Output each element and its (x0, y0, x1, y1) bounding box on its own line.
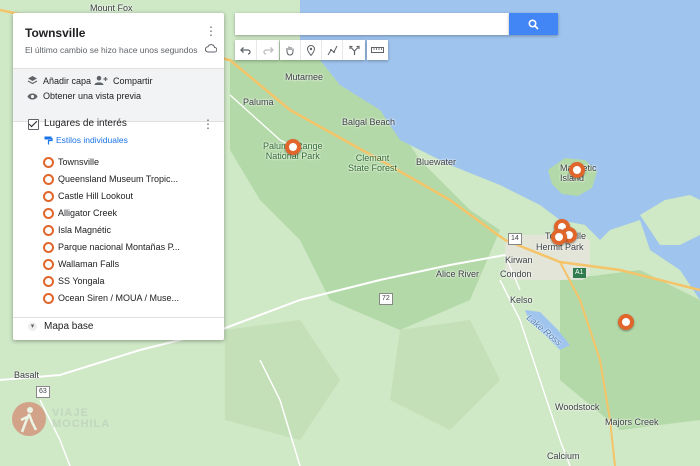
place-marker-icon (43, 258, 54, 270)
place-marker-icon (43, 207, 54, 219)
measure-toolbar (367, 40, 388, 60)
map-label-majors-creek: Majors Creek (605, 417, 659, 427)
add-layer-button[interactable]: Añadir capa (27, 75, 91, 86)
share-label: Compartir (113, 75, 153, 86)
layer-title[interactable]: Lugares de interés (44, 118, 127, 129)
map-label-clemant-state-forest: Clemant State Forest (348, 153, 398, 173)
place-label: Townsville (58, 157, 100, 167)
individual-styles-label: Estilos individuales (56, 135, 128, 145)
map-label-woodstock: Woodstock (555, 402, 600, 412)
route-shield-72: 72 (379, 293, 393, 305)
map-label-paluma: Paluma (243, 97, 274, 107)
layers-icon (27, 76, 38, 85)
panel-divider (13, 317, 224, 318)
place-marker-icon (43, 190, 54, 202)
draw-line-button[interactable] (322, 40, 343, 60)
place-item[interactable]: Alligator Creek (43, 205, 117, 221)
redo-icon (262, 46, 274, 55)
map-options-menu-icon[interactable]: ⋮ (205, 24, 217, 38)
place-marker-icon (43, 156, 54, 168)
backpacker-logo-icon (12, 402, 46, 436)
add-person-icon (94, 75, 108, 85)
watermark-line-2: MOCHILA (52, 418, 111, 430)
place-label: Wallaman Falls (58, 259, 120, 269)
last-change-status: El último cambio se hizo hace unos segun… (25, 45, 198, 55)
place-label: Alligator Creek (58, 208, 118, 218)
watermark-logo: VIAJE MOCHILA (10, 400, 110, 438)
place-marker-icon (43, 292, 54, 304)
place-item[interactable]: Isla Magnétic (43, 222, 111, 238)
directions-icon (348, 45, 360, 55)
layer-visibility-checkbox[interactable] (28, 119, 39, 130)
place-item[interactable]: Parque nacional Montañas P... (43, 239, 180, 255)
base-map-label: Mapa base (44, 321, 94, 332)
share-button[interactable]: Compartir (94, 75, 153, 86)
place-item[interactable]: Wallaman Falls (43, 256, 119, 272)
search-input[interactable] (235, 13, 509, 35)
undo-icon (240, 46, 251, 55)
route-shield-63: 63 (36, 386, 50, 398)
place-item[interactable]: Castle Hill Lookout (43, 188, 133, 204)
add-marker-button[interactable] (301, 40, 322, 60)
redo-button[interactable] (257, 40, 279, 60)
map-label-mount-fox: Mount Fox (90, 3, 133, 13)
place-item[interactable]: Queensland Museum Tropic... (43, 171, 178, 187)
place-marker-icon (43, 173, 54, 185)
directions-button[interactable] (343, 40, 365, 60)
individual-styles-link[interactable]: Estilos individuales (44, 135, 128, 145)
map-marker-alligator-creek[interactable] (618, 314, 634, 330)
place-item[interactable]: SS Yongala (43, 273, 105, 289)
place-item[interactable]: Ocean Siren / MOUA / Muse... (43, 290, 179, 306)
layers-panel: Townsville ⋮ El último cambio se hizo ha… (13, 13, 224, 340)
base-map-toggle[interactable]: ▾ Mapa base (28, 321, 93, 332)
chevron-down-icon: ▾ (28, 322, 37, 331)
place-label: Parque nacional Montañas P... (58, 242, 180, 252)
marker-icon (307, 44, 315, 56)
place-label: Queensland Museum Tropic... (58, 174, 179, 184)
place-label: SS Yongala (58, 276, 105, 286)
layer-options-menu-icon[interactable]: ⋮ (202, 117, 214, 131)
measure-button[interactable] (367, 40, 388, 60)
add-layer-label: Añadir capa (43, 75, 92, 86)
map-label-balgal-beach: Balgal Beach (342, 117, 396, 127)
map-label-kirwan: Kirwan (505, 255, 533, 265)
map-label-alice-river: Alice River (436, 269, 480, 279)
place-marker-icon (43, 241, 54, 253)
select-hand-button[interactable] (280, 40, 301, 60)
highway-shield-a1: A1 (573, 268, 586, 278)
map-actions-bar: Añadir capa Compartir Obtener una vista … (13, 68, 224, 122)
place-label: Ocean Siren / MOUA / Muse... (58, 293, 180, 303)
hand-icon (286, 46, 294, 56)
cloud-saved-icon (205, 44, 217, 53)
map-label-basalt: Basalt (14, 370, 40, 380)
place-marker-icon (43, 224, 54, 236)
eye-icon (27, 93, 38, 99)
route-shield-14: 14 (508, 233, 522, 245)
place-label: Isla Magnétic (58, 225, 112, 235)
map-label-calcium: Calcium (547, 451, 580, 461)
search-button[interactable] (509, 13, 558, 35)
map-marker-magnetic-island[interactable] (569, 162, 585, 178)
map-label-condon: Condon (500, 269, 532, 279)
map-marker-paluma-range[interactable] (285, 139, 301, 155)
map-label-kelso: Kelso (510, 295, 533, 305)
ruler-icon (371, 47, 384, 53)
drawing-toolbar (280, 40, 365, 60)
preview-button[interactable]: Obtener una vista previa (27, 91, 141, 101)
search-icon (528, 18, 539, 30)
undo-button[interactable] (235, 40, 257, 60)
map-title[interactable]: Townsville (25, 26, 85, 40)
preview-label: Obtener una vista previa (43, 91, 142, 101)
map-marker-museum[interactable] (551, 229, 567, 245)
map-label-bluewater: Bluewater (416, 157, 457, 167)
place-item[interactable]: Townsville (43, 154, 99, 170)
place-label: Castle Hill Lookout (58, 191, 134, 201)
place-marker-icon (43, 275, 54, 287)
history-toolbar (235, 40, 279, 60)
paint-roller-icon (44, 136, 53, 144)
draw-line-icon (327, 45, 337, 55)
map-label-mutarnee: Mutarnee (285, 72, 324, 82)
